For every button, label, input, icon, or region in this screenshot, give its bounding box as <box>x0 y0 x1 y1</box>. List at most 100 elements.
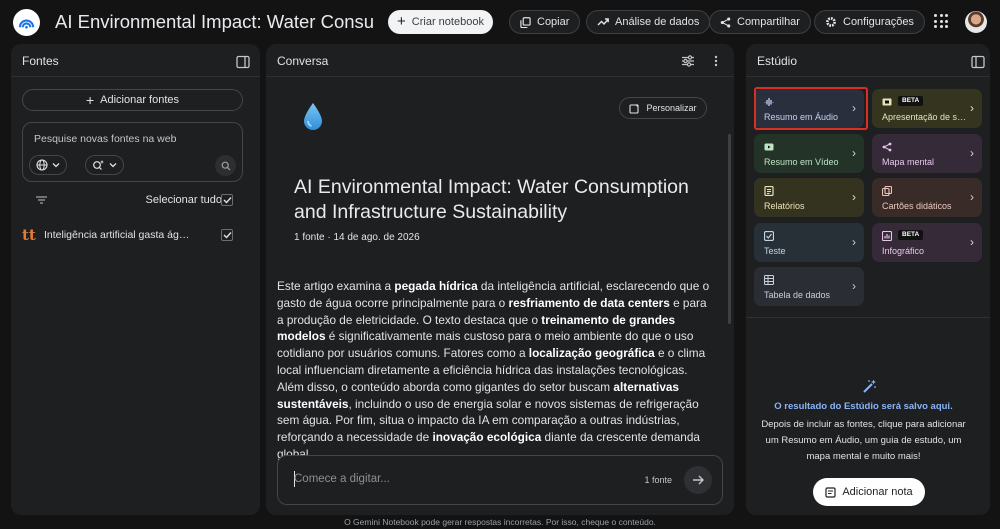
chat-scrollbar[interactable] <box>728 134 731 324</box>
create-notebook-label: Criar notebook <box>411 16 484 28</box>
divider <box>746 317 990 318</box>
studio-tile-slides[interactable]: BETA Apresentação de slides › <box>872 89 982 128</box>
customize-icon <box>629 103 640 114</box>
collapse-panel-icon[interactable] <box>236 55 250 69</box>
sources-panel: Fontes + Adicionar fontes Pesquise novas… <box>11 44 260 515</box>
mind-map-icon <box>882 142 892 152</box>
reports-icon <box>764 186 774 196</box>
add-sources-button[interactable]: + Adicionar fontes <box>22 89 243 111</box>
studio-tile-label: Relatórios <box>764 201 805 211</box>
notebook-title[interactable]: AI Environmental Impact: Water Consumpti… <box>55 11 373 33</box>
top-bar: AI Environmental Impact: Water Consumpti… <box>0 0 1000 44</box>
quiz-icon <box>764 231 774 241</box>
web-search-input[interactable]: Pesquise novas fontes na web <box>34 133 176 145</box>
copy-button[interactable]: Copiar <box>509 10 581 34</box>
studio-tile-mind-map[interactable]: Mapa mental › <box>872 134 982 173</box>
disclaimer-footer: O Gemini Notebook pode gerar respostas i… <box>344 517 656 527</box>
chat-header: Conversa <box>266 44 734 77</box>
web-search-box: Pesquise novas fontes na web <box>22 122 243 182</box>
summary-highlight: pegada hídrica <box>394 279 478 293</box>
infographic-icon <box>882 231 892 241</box>
arrow-right-icon <box>692 475 704 485</box>
personalize-label: Personalizar <box>646 103 697 113</box>
more-vert-icon[interactable] <box>709 54 723 68</box>
share-button[interactable]: Compartilhar <box>709 10 811 34</box>
web-search-submit-button[interactable] <box>215 155 236 176</box>
studio-tile-data-table[interactable]: Tabela de dados › <box>754 267 864 306</box>
chat-input-box[interactable]: Comece a digitar... 1 fonte <box>277 455 723 505</box>
summary-text: Este artigo examina a <box>277 279 395 293</box>
plus-icon: + <box>397 13 406 30</box>
studio-panel: Estúdio Resumo em Áudio › BETA Apresentação… <box>746 44 990 515</box>
check-icon <box>223 232 232 239</box>
chevron-right-icon: › <box>970 190 974 204</box>
chevron-right-icon: › <box>852 101 856 115</box>
chevron-right-icon: › <box>852 146 856 160</box>
studio-tile-label: Resumo em Vídeo <box>764 157 839 167</box>
research-mode-dropdown[interactable] <box>85 155 124 175</box>
chevron-right-icon: › <box>970 235 974 249</box>
studio-tile-label: Cartões didáticos <box>882 201 952 211</box>
settings-button[interactable]: Configurações <box>814 10 925 34</box>
avatar[interactable] <box>965 11 987 33</box>
summary-highlight: inovação ecológica <box>432 430 542 445</box>
studio-tile-infographic[interactable]: BETA Infográfico › <box>872 223 982 262</box>
source-item[interactable]: tt Inteligência artificial gasta água... <box>22 225 243 245</box>
studio-tile-flashcards[interactable]: Cartões didáticos › <box>872 178 982 217</box>
send-button[interactable] <box>684 466 712 494</box>
studio-tile-label: Teste <box>764 246 786 256</box>
plus-icon: + <box>85 92 95 108</box>
copy-icon <box>520 16 531 28</box>
chevron-down-icon <box>109 163 117 168</box>
studio-tile-reports[interactable]: Relatórios › <box>754 178 864 217</box>
source-count: 1 fonte <box>644 475 672 485</box>
chat-input[interactable]: Comece a digitar... <box>294 473 390 485</box>
tune-icon[interactable] <box>681 54 695 68</box>
share-label: Compartilhar <box>737 16 800 28</box>
chevron-right-icon: › <box>970 101 974 115</box>
video-icon <box>764 143 774 151</box>
add-note-button[interactable]: Adicionar nota <box>813 478 925 506</box>
select-all-checkbox[interactable] <box>221 194 233 206</box>
web-source-dropdown[interactable] <box>29 155 67 175</box>
studio-tile-video[interactable]: Resumo em Vídeo › <box>754 134 864 173</box>
beta-badge: BETA <box>898 230 924 240</box>
studio-tile-audio-waves[interactable]: Resumo em Áudio › <box>754 89 864 128</box>
chevron-right-icon: › <box>852 279 856 293</box>
studio-title: Estúdio <box>757 54 798 68</box>
note-icon <box>825 486 836 498</box>
audio-waves-icon <box>764 98 774 106</box>
data-analysis-button[interactable]: Análise de dados <box>586 10 711 34</box>
summary-highlight: localização geográfica <box>528 346 655 361</box>
app-logo-icon[interactable] <box>13 9 40 36</box>
collapse-panel-icon[interactable] <box>971 55 985 69</box>
chevron-right-icon: › <box>852 190 856 204</box>
studio-header: Estúdio <box>746 44 990 77</box>
studio-output-description: Depois de incluir as fontes, clique para… <box>761 419 966 462</box>
source-site-logo-icon: tt <box>22 226 36 244</box>
fast-research-icon <box>93 160 104 170</box>
studio-output-title: O resultado do Estúdio será salvo aqui. <box>774 401 953 412</box>
studio-tile-label: Mapa mental <box>882 157 935 167</box>
gear-icon <box>826 17 836 27</box>
apps-grid-icon[interactable] <box>934 14 948 28</box>
create-notebook-button[interactable]: + Criar notebook <box>388 10 493 34</box>
chat-panel: Conversa Personalizar AI Environmental I… <box>266 44 734 515</box>
check-icon <box>223 197 232 204</box>
filter-icon[interactable] <box>36 196 47 204</box>
sources-header: Fontes <box>11 44 260 77</box>
notebook-meta: 1 fonte · 14 de ago. de 2026 <box>294 232 420 243</box>
share-icon <box>720 16 731 28</box>
summary-highlight: resfriamento de data centers <box>508 295 670 310</box>
add-sources-label: Adicionar fontes <box>100 94 180 106</box>
chat-title: Conversa <box>277 54 329 68</box>
chevron-right-icon: › <box>852 235 856 249</box>
chevron-right-icon: › <box>970 146 974 160</box>
personalize-button[interactable]: Personalizar <box>619 97 707 119</box>
source-item-checkbox[interactable] <box>221 229 233 241</box>
studio-tile-label: Apresentação de slides <box>882 112 968 122</box>
source-summary: Este artigo examina a pegada hídrica da … <box>277 278 715 463</box>
studio-tile-quiz[interactable]: Teste › <box>754 223 864 262</box>
magic-wand-icon <box>863 379 876 393</box>
slides-icon <box>882 98 892 106</box>
